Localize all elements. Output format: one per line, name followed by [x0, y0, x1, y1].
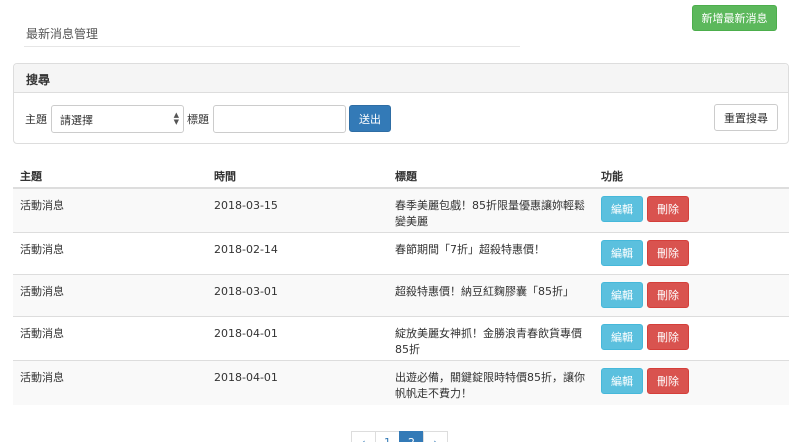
edit-button[interactable]: 編輯: [601, 282, 643, 308]
row-topic: 活動消息: [20, 327, 64, 340]
pagination-next[interactable]: ›: [423, 431, 448, 442]
topic-select-value: 請選擇: [60, 114, 93, 127]
delete-button[interactable]: 刪除: [647, 324, 689, 350]
table-row: 活動消息 2018-04-01 綻放美麗女神抓！金勝浪青春飲貨專價85折 編輯 …: [13, 317, 789, 361]
reset-search-button[interactable]: 重置搜尋: [714, 104, 778, 131]
row-topic: 活動消息: [20, 371, 64, 384]
title-input[interactable]: [213, 105, 346, 133]
column-header-time: 時間: [214, 170, 236, 183]
delete-button[interactable]: 刪除: [647, 240, 689, 266]
row-topic: 活動消息: [20, 243, 64, 256]
edit-button[interactable]: 編輯: [601, 196, 643, 222]
add-news-button[interactable]: 新增最新消息: [692, 5, 777, 31]
page-title: 最新消息管理: [26, 27, 99, 41]
search-panel-heading: 搜尋: [14, 64, 788, 93]
row-time: 2018-04-01: [214, 327, 278, 340]
submit-button[interactable]: 送出: [349, 105, 391, 132]
select-arrows-icon: ▲ ▼: [173, 111, 179, 126]
row-time: 2018-02-14: [214, 243, 278, 256]
edit-button[interactable]: 編輯: [601, 368, 643, 394]
table-row: 活動消息 2018-03-15 春季美麗包戲！85折限量優惠讓妳輕鬆變美麗 編輯…: [13, 189, 789, 233]
delete-button[interactable]: 刪除: [647, 196, 689, 222]
pagination-prev[interactable]: ‹: [351, 431, 376, 442]
row-time: 2018-03-01: [214, 285, 278, 298]
topic-select[interactable]: 請選擇 ▲ ▼: [51, 105, 184, 133]
table-header: 主題 時間 標題 功能: [13, 158, 789, 189]
pagination-page-1[interactable]: 1: [375, 431, 400, 442]
row-title: 超殺特惠價！納豆紅麴膠囊「85折」: [395, 285, 574, 298]
row-title: 春季美麗包戲！85折限量優惠讓妳輕鬆變美麗: [395, 199, 585, 228]
row-title: 綻放美麗女神抓！金勝浪青春飲貨專價85折: [395, 327, 582, 356]
row-topic: 活動消息: [20, 285, 64, 298]
edit-button[interactable]: 編輯: [601, 240, 643, 266]
column-header-title: 標題: [395, 170, 417, 183]
topic-label: 主題: [25, 113, 47, 126]
search-panel-body: 主題 請選擇 ▲ ▼ 標題 送出 重置搜尋: [14, 93, 788, 143]
delete-button[interactable]: 刪除: [647, 282, 689, 308]
row-title: 出遊必備，關鍵錠限時特價85折，讓你帆帆走不費力！: [395, 371, 585, 400]
pagination: ‹ 1 2 ›: [351, 431, 448, 442]
row-topic: 活動消息: [20, 199, 64, 212]
edit-button[interactable]: 編輯: [601, 324, 643, 350]
table-row: 活動消息 2018-04-01 出遊必備，關鍵錠限時特價85折，讓你帆帆走不費力…: [13, 361, 789, 405]
news-table: 主題 時間 標題 功能 活動消息 2018-03-15 春季美麗包戲！85折限量…: [13, 158, 789, 405]
table-row: 活動消息 2018-02-14 春節期間「7折」超殺特惠價！ 編輯 刪除: [13, 233, 789, 275]
column-header-topic: 主題: [20, 170, 42, 183]
title-divider: [24, 46, 520, 47]
row-title: 春節期間「7折」超殺特惠價！: [395, 243, 545, 256]
delete-button[interactable]: 刪除: [647, 368, 689, 394]
search-panel: 搜尋 主題 請選擇 ▲ ▼ 標題 送出 重置搜尋: [13, 63, 789, 144]
row-time: 2018-04-01: [214, 371, 278, 384]
pagination-page-2[interactable]: 2: [399, 431, 424, 442]
table-row: 活動消息 2018-03-01 超殺特惠價！納豆紅麴膠囊「85折」 編輯 刪除: [13, 275, 789, 317]
title-label: 標題: [187, 113, 209, 126]
row-time: 2018-03-15: [214, 199, 278, 212]
column-header-actions: 功能: [601, 170, 623, 183]
